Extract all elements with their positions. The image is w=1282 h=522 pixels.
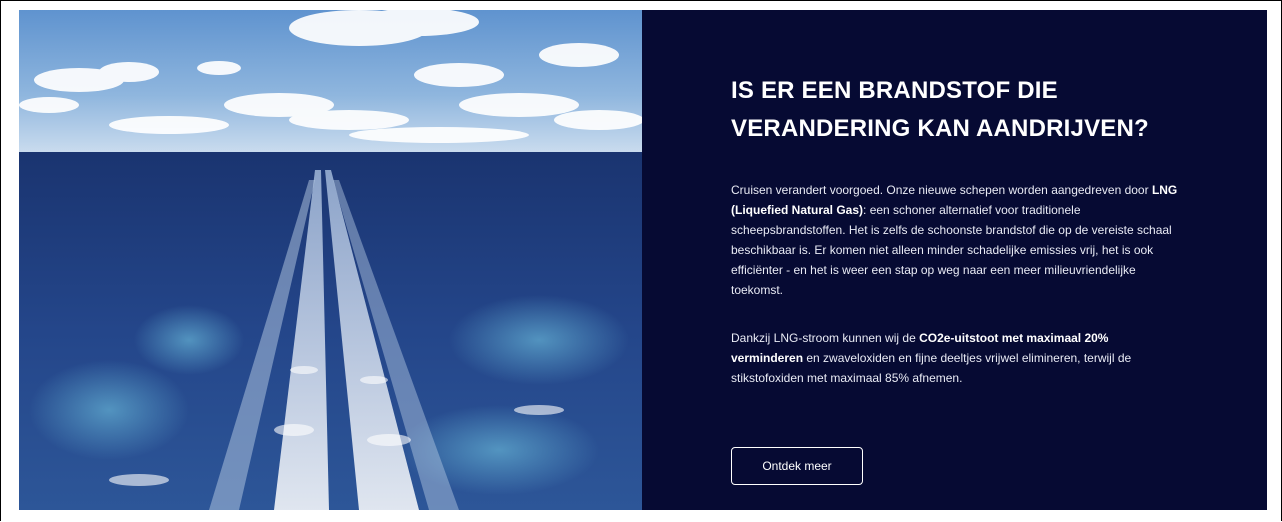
section-title: IS ER EEN BRANDSTOF DIE VERANDERING KAN … [731, 77, 1149, 142]
intro-text-end: : een schoner alternatief voor tradition… [731, 203, 1172, 297]
lng-hero-section: IS ER EEN BRANDSTOF DIE VERANDERING KAN … [19, 10, 1267, 510]
intro-paragraph: Cruisen verandert voorgoed. Onze nieuwe … [731, 180, 1181, 300]
emissions-paragraph: Dankzij LNG-stroom kunnen wij de CO2e-ui… [731, 328, 1181, 388]
intro-text-start: Cruisen verandert voorgoed. Onze nieuwe … [731, 183, 1152, 197]
emissions-text-start: Dankzij LNG-stroom kunnen wij de [731, 331, 920, 345]
ocean-wake-image [19, 10, 642, 510]
discover-more-button[interactable]: Ontdek meer [731, 447, 863, 485]
lng-info-panel: IS ER EEN BRANDSTOF DIE VERANDERING KAN … [642, 10, 1267, 510]
